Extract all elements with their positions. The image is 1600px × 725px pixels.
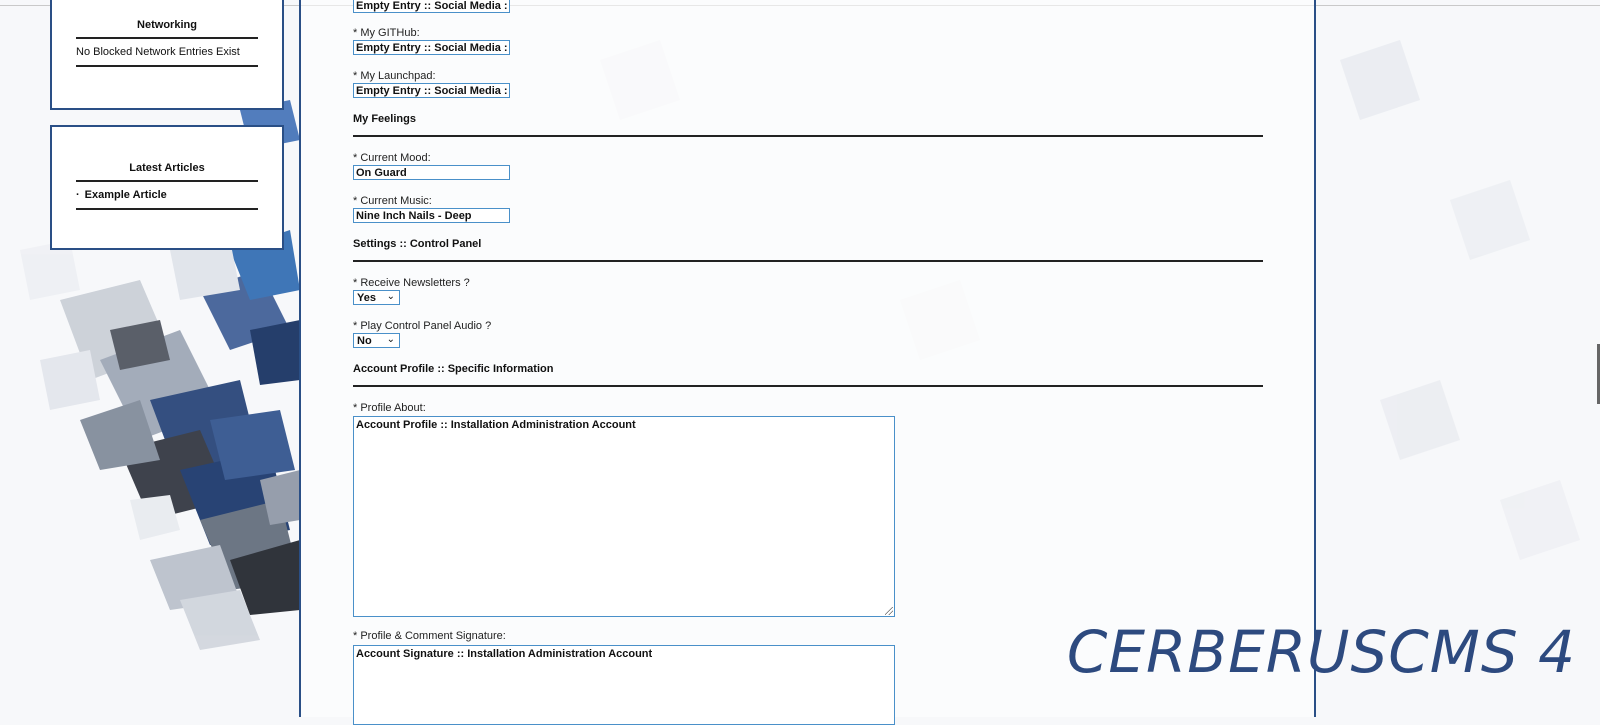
bullet-icon: · [76,189,80,201]
current-music-label: * Current Music: [353,195,432,207]
audio-label: * Play Control Panel Audio ? [353,320,492,332]
profile-about-textarea[interactable]: Account Profile :: Installation Administ… [353,416,895,617]
newsletters-value: Yes [357,292,376,304]
section-settings-control-panel: Settings :: Control Panel [353,238,1263,262]
audio-select[interactable]: No ⌄ [353,333,400,348]
audio-value: No [357,335,372,347]
resize-grip-icon[interactable] [885,607,893,615]
profile-about-label: * Profile About: [353,402,426,414]
latest-articles-panel: Latest Articles · Example Article [50,125,284,250]
article-link-label: Example Article [84,189,167,201]
networking-entry: No Blocked Network Entries Exist [76,39,258,67]
signature-textarea[interactable]: Account Signature :: Installation Admini… [353,645,895,725]
section-my-feelings: My Feelings [353,113,1263,137]
social-media-field-previous[interactable]: Empty Entry :: Social Media : [353,0,510,13]
newsletters-label: * Receive Newsletters ? [353,277,470,289]
networking-title: Networking [76,19,258,39]
chevron-down-icon: ⌄ [386,334,395,345]
latest-articles-title: Latest Articles [76,162,258,182]
profile-about-value: Account Profile :: Installation Administ… [356,419,636,431]
signature-label: * Profile & Comment Signature: [353,630,506,642]
current-mood-field[interactable]: On Guard [353,165,510,180]
github-field[interactable]: Empty Entry :: Social Media : [353,40,510,55]
newsletters-select[interactable]: Yes ⌄ [353,290,400,305]
networking-panel: Networking No Blocked Network Entries Ex… [50,0,284,110]
chevron-down-icon: ⌄ [386,291,395,302]
signature-value: Account Signature :: Installation Admini… [356,648,653,660]
section-account-profile: Account Profile :: Specific Information [353,363,1263,387]
launchpad-label: * My Launchpad: [353,70,436,82]
article-link-example[interactable]: · Example Article [76,182,258,210]
current-music-field[interactable]: Nine Inch Nails - Deep [353,208,510,223]
github-label: * My GITHub: [353,27,420,39]
brand-logo-text: CERBERUSCMS 4 [1066,618,1576,686]
launchpad-field[interactable]: Empty Entry :: Social Media : [353,83,510,98]
current-mood-label: * Current Mood: [353,152,431,164]
